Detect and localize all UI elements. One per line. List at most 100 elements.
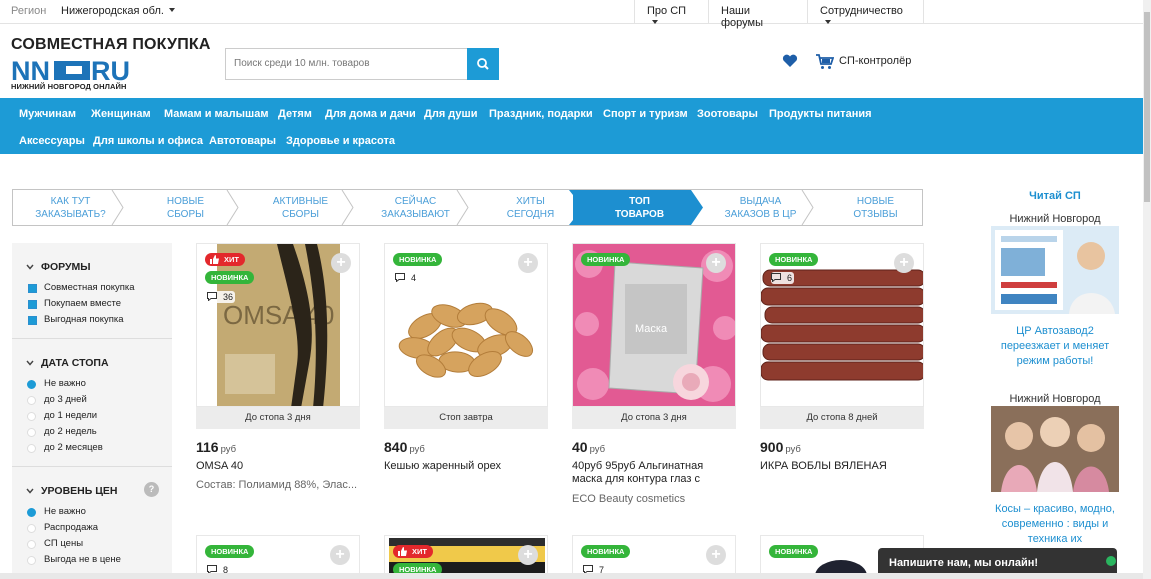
logo-box-cut [66,66,82,74]
product-card[interactable]: OMSA 40 ХИТ НОВИНКА 36 + До стопа 3 дня … [196,243,360,503]
category-link[interactable]: Аксессуары [19,135,85,147]
checkbox-forum[interactable] [28,300,37,309]
comments-count[interactable]: 36 [207,291,236,303]
top-link-label: Про СП [647,5,687,17]
favorites-heart-icon[interactable] [782,54,798,68]
read-sp-title[interactable]: Читай СП [986,190,1124,202]
search-placeholder: Поиск среди 10 млн. товаров [234,58,370,69]
category-link[interactable]: Здоровье и красота [286,135,395,147]
top-link-partnership[interactable]: Сотрудничество [807,0,924,24]
category-link[interactable]: Женщинам [91,108,151,120]
checkbox-forum[interactable] [28,284,37,293]
badge-label: ХИТ [412,547,427,556]
help-icon[interactable]: ? [144,482,159,497]
add-to-favorites-button[interactable]: + [518,253,538,273]
logo-text-right: RU [91,57,130,83]
chat-label: Напишите нам, мы онлайн! [889,557,1039,569]
cart-icon[interactable] [816,54,834,70]
filter-option[interactable]: Не важно [44,506,86,517]
checkbox-forum[interactable] [28,316,37,325]
region-selector[interactable]: Нижегородская обл. [61,5,175,17]
radio-stop-date[interactable] [27,444,36,453]
comment-icon [771,273,781,282]
add-to-favorites-button[interactable]: + [330,545,350,565]
search-button[interactable] [467,48,499,80]
filter-option[interactable]: до 2 недель [44,426,97,437]
chevron-down-icon[interactable] [26,359,34,367]
site-header: СОВМЕСТНАЯ ПОКУПКА NN RU НИЖНИЙ НОВГОРОД… [0,25,1143,98]
top-link-forums[interactable]: Наши форумы [708,0,807,29]
filter-option[interactable]: до 1 недели [44,410,97,421]
region-label: Регион [11,5,47,17]
radio-price-level[interactable] [27,540,36,549]
add-to-favorites-button[interactable]: + [706,545,726,565]
badge-label: НОВИНКА [775,547,813,556]
radio-stop-date[interactable] [27,396,36,405]
horizontal-scrollbar[interactable] [0,573,1143,579]
category-link[interactable]: Праздник, подарки [489,108,593,120]
search-input[interactable]: Поиск среди 10 млн. товаров [225,48,467,80]
category-link[interactable]: Продукты питания [769,108,872,120]
radio-price-level[interactable] [27,508,36,517]
filter-title-stop-date[interactable]: Дата стопа [41,357,109,369]
filter-option[interactable]: СП цены [44,538,83,549]
price-currency: руб [409,444,425,455]
news-link[interactable]: Косы – красиво, модно, современно : виды… [986,502,1124,547]
filter-option[interactable]: Покупаем вместе [44,298,121,309]
add-to-favorites-button[interactable]: + [706,253,726,273]
site-logo[interactable]: NN RU [11,57,137,83]
category-link[interactable]: Спорт и туризм [603,108,688,120]
comments-count[interactable]: 6 [771,272,795,284]
category-link[interactable]: Для дома и дачи [325,108,416,120]
product-card[interactable]: Маска НОВИНКА + До стопа 3 дня 40 руб 40р… [572,243,736,513]
add-to-favorites-button[interactable]: + [518,545,538,565]
step-new-reviews[interactable]: Новые отзывы [818,190,933,225]
filter-option[interactable]: Не важно [44,378,86,389]
category-link[interactable]: Для школы и офиса [93,135,203,147]
product-name[interactable]: ИКРА ВОБЛЫ ВЯЛЕНАЯ [760,460,924,473]
category-link[interactable]: Зоотовары [697,108,758,120]
product-name[interactable]: 40руб 95руб Альгинатная маска для контур… [572,460,736,486]
news-image-1[interactable] [991,226,1119,314]
product-name[interactable]: OMSA 40 [196,460,360,473]
filter-option[interactable]: до 2 месяцев [44,442,103,453]
product-card[interactable]: НОВИНКА 6 + До стопа 8 дней 900 руб ИКРА … [760,243,924,503]
news-link[interactable]: ЦР Автозавод2 переезжает и меняет режим … [986,324,1124,369]
add-to-favorites-button[interactable]: + [331,253,351,273]
product-name[interactable]: Кешью жаренный орех [384,460,548,473]
news-image-2[interactable] [991,406,1119,492]
top-link-about[interactable]: Про СП [634,0,708,24]
step-top-products[interactable]: Топ товаров [573,190,691,225]
add-to-favorites-button[interactable]: + [894,253,914,273]
category-link[interactable]: Детям [278,108,312,120]
comments-count[interactable]: 4 [395,272,419,284]
step-line1: Как тут [50,196,91,207]
radio-price-level[interactable] [27,524,36,533]
category-link[interactable]: Мужчинам [19,108,76,120]
filter-option[interactable]: Выгода не в цене [44,554,121,565]
new-badge: НОВИНКА [393,253,443,266]
filter-title-forums[interactable]: Форумы [41,261,91,273]
new-badge: НОВИНКА [205,271,255,284]
new-badge: НОВИНКА [581,253,631,266]
category-link[interactable]: Мамам и малышам [164,108,268,120]
product-card[interactable]: НОВИНКА 4 + Стоп завтра 840 руб Кешью жар… [384,243,548,503]
filter-option[interactable]: до 3 дней [44,394,87,405]
filter-option[interactable]: Распродажа [44,522,98,533]
radio-stop-date[interactable] [27,412,36,421]
cart-label[interactable]: СП-контролёр [839,55,911,67]
filter-title-price-level[interactable]: Уровень цен [41,485,117,497]
category-link[interactable]: Для души [424,108,477,120]
vertical-scrollbar[interactable] [1143,0,1151,579]
category-link[interactable]: Автотовары [209,135,276,147]
filter-option[interactable]: Выгодная покупка [44,314,124,325]
scrollbar-thumb[interactable] [1144,12,1150,202]
radio-price-level[interactable] [27,556,36,565]
read-sp-column: Читай СП Нижний Новгород ЦР Автозавод2 п… [986,190,1124,547]
chevron-down-icon[interactable] [26,263,34,271]
radio-stop-date[interactable] [27,428,36,437]
filter-option[interactable]: Совместная покупка [44,282,135,293]
radio-stop-date[interactable] [27,380,36,389]
badge-label: НОВИНКА [775,255,813,264]
chevron-down-icon[interactable] [26,487,34,495]
